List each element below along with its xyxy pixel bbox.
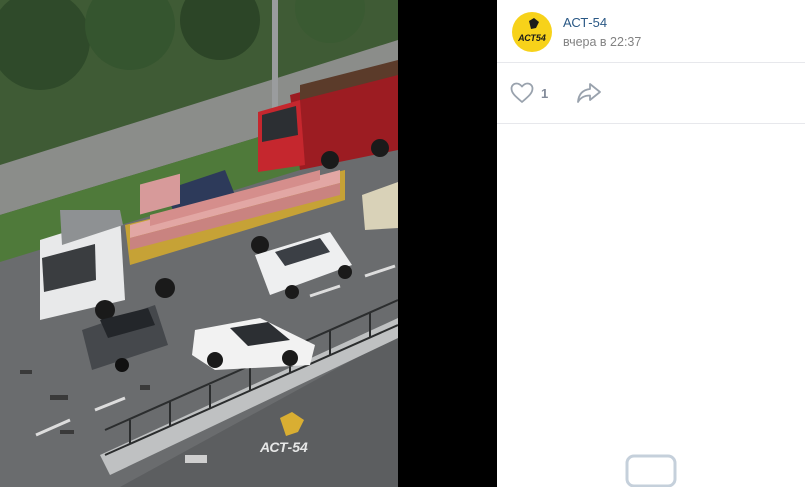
share-button[interactable] [575, 80, 603, 106]
like-count: 1 [541, 85, 549, 101]
heart-icon [510, 82, 534, 103]
comment-bubble-icon [625, 454, 677, 487]
post-author[interactable]: АСТ-54 [563, 15, 607, 30]
post-actions: 1 [497, 63, 805, 124]
photo-area: АСТ-54 [0, 0, 497, 487]
photo-scene: АСТ-54 [0, 0, 398, 487]
avatar-logo-text: АСТ54 [517, 33, 546, 43]
post-header: АСТ54 АСТ-54 вчера в 22:37 [497, 0, 805, 63]
post-side-panel: АСТ54 АСТ-54 вчера в 22:37 1 [497, 0, 805, 487]
avatar[interactable]: АСТ54 [512, 12, 552, 52]
comments-area [497, 125, 805, 487]
post-photo[interactable]: АСТ-54 [0, 0, 398, 487]
post-time[interactable]: вчера в 22:37 [563, 35, 641, 49]
like-button[interactable]: 1 [510, 79, 548, 107]
avatar-logo-icon: АСТ54 [517, 18, 546, 43]
share-arrow-icon [577, 83, 601, 103]
watermark-text: АСТ-54 [259, 439, 308, 455]
photo-viewer: АСТ-54 АСТ54 АСТ-54 вчера в 22:37 1 [0, 0, 805, 487]
